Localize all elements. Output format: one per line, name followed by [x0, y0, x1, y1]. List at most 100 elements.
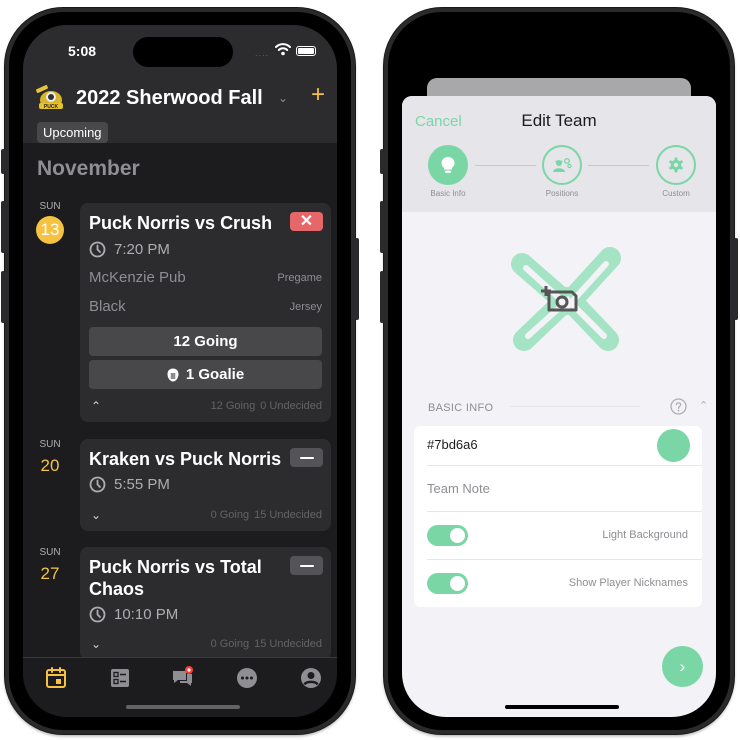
- right-phone: Cancel Edit Team Basic Info Positions Cu…: [380, 8, 738, 734]
- help-icon[interactable]: [670, 398, 687, 415]
- event-footer: ⌃ 12 Going 0 Undecided: [91, 399, 322, 413]
- close-icon: ✕: [299, 212, 314, 230]
- home-indicator: [505, 705, 619, 709]
- going-count-label: 12 Going: [173, 333, 238, 350]
- rsvp-summary: 12 Going 0 Undecided: [211, 400, 322, 412]
- jersey-label: Jersey: [289, 300, 322, 313]
- day-number: 27: [40, 564, 60, 583]
- chevron-up-icon[interactable]: ⌃: [91, 399, 101, 413]
- event-title: Puck Norris vs Total Chaos: [89, 557, 262, 599]
- going-summary: 0 Going: [210, 638, 250, 650]
- chevron-down-icon[interactable]: ⌄: [278, 91, 288, 105]
- event-card[interactable]: Kraken vs Puck Norris 5:55 PM ⌄ 0 Going 1…: [80, 439, 331, 531]
- pregame-label: Pregame: [277, 271, 322, 284]
- step-label: Custom: [662, 189, 690, 198]
- team-color-swatch[interactable]: [657, 429, 690, 462]
- chevron-up-icon[interactable]: ⌃: [699, 399, 708, 412]
- show-nicknames-toggle[interactable]: [427, 573, 468, 594]
- svg-text:PUCK: PUCK: [44, 104, 59, 110]
- positions-icon: [553, 158, 572, 172]
- power-button: [355, 238, 359, 320]
- tab-bar: [23, 657, 337, 717]
- going-count-button[interactable]: 12 Going: [89, 327, 322, 356]
- show-nicknames-label: Show Player Nicknames: [568, 577, 688, 589]
- profile-icon[interactable]: [299, 666, 323, 690]
- chevron-right-icon: ›: [679, 656, 686, 676]
- section-title: BASIC INFO: [428, 402, 494, 414]
- schedule-screen: 5:08 .... PUCK 2022 Sherwood Fall ⌄ + Up…: [23, 25, 337, 717]
- event-time: 10:10 PM: [114, 606, 179, 623]
- season-title[interactable]: 2022 Sherwood Fall: [76, 87, 263, 110]
- volume-up-button: [1, 201, 5, 253]
- next-step-button[interactable]: ›: [662, 646, 703, 687]
- event-detail-row: McKenzie Pub Pregame: [89, 269, 322, 286]
- clock-icon: [89, 606, 106, 623]
- going-summary: 12 Going: [210, 400, 256, 412]
- team-color-value[interactable]: #7bd6a6: [427, 437, 478, 452]
- step-basic-info[interactable]: Basic Info: [428, 145, 468, 198]
- chat-icon[interactable]: [171, 666, 195, 690]
- add-event-button[interactable]: +: [311, 83, 325, 107]
- clock-icon: [89, 476, 106, 493]
- chevron-down-icon[interactable]: ⌄: [91, 508, 101, 522]
- event-title: Puck Norris vs Crush: [89, 213, 273, 233]
- goalie-count-button[interactable]: 1 Goalie: [89, 360, 322, 389]
- goalie-count-label: 1 Goalie: [185, 366, 245, 383]
- undecided-summary: 15 Undecided: [254, 638, 322, 650]
- step-custom[interactable]: Custom: [656, 145, 696, 198]
- lightbulb-icon: [441, 157, 455, 173]
- goalie-mask-icon: [167, 368, 179, 381]
- day-number: 20: [40, 456, 60, 475]
- section-divider: [510, 406, 640, 407]
- wifi-icon: [275, 43, 291, 56]
- event-detail-row: Black Jersey: [89, 298, 322, 315]
- upcoming-filter-chip[interactable]: Upcoming: [37, 122, 108, 143]
- step-positions[interactable]: Positions: [542, 145, 582, 198]
- team-logo[interactable]: PUCK: [33, 84, 67, 114]
- chevron-down-icon[interactable]: ⌄: [91, 637, 101, 651]
- rsvp-summary: 0 Going 15 Undecided: [211, 509, 322, 521]
- day-of-week: SUN: [39, 439, 61, 450]
- day-of-week: SUN: [39, 201, 61, 212]
- light-background-toggle[interactable]: [427, 525, 468, 546]
- event-card[interactable]: Puck Norris vs Total Chaos 10:10 PM ⌄ 0 …: [80, 547, 331, 660]
- rsvp-not-going-button[interactable]: ✕: [290, 212, 323, 231]
- event-card[interactable]: Puck Norris vs Crush ✕ 7:20 PM McKenzie …: [80, 203, 331, 422]
- rsvp-undecided-button[interactable]: [290, 448, 323, 467]
- minus-icon: [299, 456, 314, 459]
- event-title: Kraken vs Puck Norris: [89, 449, 282, 469]
- step-connector: [475, 165, 536, 166]
- light-background-label: Light Background: [602, 529, 688, 541]
- day-of-week: SUN: [39, 547, 61, 558]
- sheet-header: Cancel Edit Team Basic Info Positions Cu…: [402, 96, 716, 212]
- event-date: SUN 20: [35, 439, 65, 476]
- month-heading: November: [37, 157, 140, 180]
- status-time: 5:08: [68, 43, 97, 59]
- volume-up-button: [380, 201, 384, 253]
- team-note-input[interactable]: Team Note: [427, 481, 490, 496]
- event-date: SUN 13: [35, 201, 65, 244]
- home-indicator: [126, 705, 240, 709]
- event-time: 7:20 PM: [114, 241, 170, 258]
- step-label: Basic Info: [430, 189, 466, 198]
- status-bar: 5:08 ....: [23, 25, 337, 75]
- volume-down-button: [1, 271, 5, 323]
- rsvp-summary: 0 Going 15 Undecided: [211, 638, 322, 650]
- pregame-location: McKenzie Pub: [89, 269, 186, 286]
- rsvp-undecided-button[interactable]: [290, 556, 323, 575]
- calendar-icon[interactable]: [44, 666, 68, 690]
- volume-down-button: [380, 271, 384, 323]
- mute-switch: [380, 149, 384, 174]
- mute-switch: [1, 149, 5, 174]
- checklist-icon[interactable]: [108, 666, 132, 690]
- undecided-summary: 15 Undecided: [254, 509, 322, 521]
- team-x-logo[interactable]: [502, 236, 634, 366]
- day-number-today: 13: [36, 216, 64, 244]
- edit-team-screen: Cancel Edit Team Basic Info Positions Cu…: [402, 25, 716, 717]
- event-date: SUN 27: [35, 547, 65, 584]
- basic-info-form: #7bd6a6 Team Note Light Background Show …: [414, 426, 702, 607]
- more-icon[interactable]: [235, 666, 259, 690]
- clock-icon: [89, 241, 106, 258]
- signal-icon: ....: [255, 48, 270, 58]
- event-time-row: 7:20 PM: [89, 241, 170, 258]
